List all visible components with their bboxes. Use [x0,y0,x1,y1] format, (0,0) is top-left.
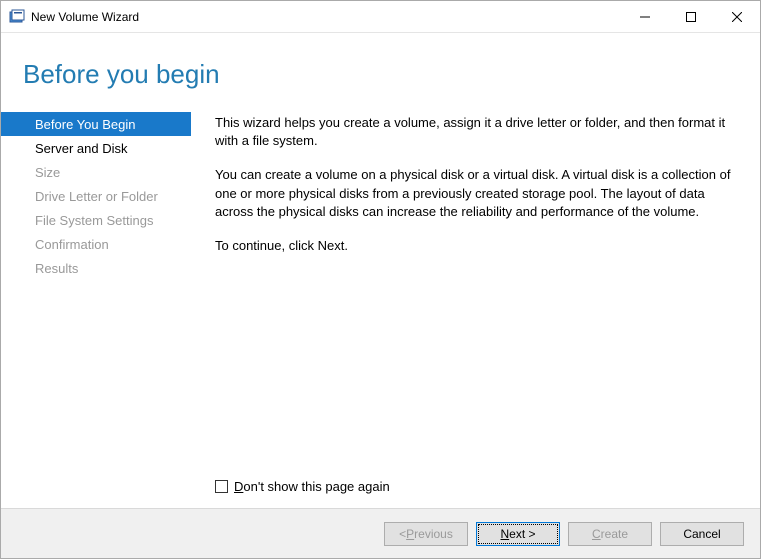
cancel-button[interactable]: Cancel [660,522,744,546]
checkbox-label: Don't show this page again [234,479,390,494]
intro-paragraph-1: This wizard helps you create a volume, a… [215,114,738,150]
sidebar-item-file-system: File System Settings [23,208,191,232]
create-button: Create [568,522,652,546]
dont-show-again-checkbox[interactable]: Don't show this page again [215,479,738,494]
previous-button: < Previous [384,522,468,546]
next-button[interactable]: Next > [476,522,560,546]
wizard-main-text: This wizard helps you create a volume, a… [191,112,738,508]
app-icon [9,9,25,25]
wizard-content: Before you begin Before You Begin Server… [1,33,760,508]
sidebar-item-label: Server and Disk [35,141,127,156]
sidebar-item-label: File System Settings [35,213,154,228]
sidebar-item-before-you-begin[interactable]: Before You Begin [1,112,191,136]
sidebar-item-label: Size [35,165,60,180]
sidebar-item-label: Before You Begin [35,117,135,132]
maximize-button[interactable] [668,1,714,32]
sidebar-item-server-and-disk[interactable]: Server and Disk [23,136,191,160]
wizard-sidebar: Before You Begin Server and Disk Size Dr… [1,112,191,508]
intro-paragraph-2: You can create a volume on a physical di… [215,166,738,221]
checkbox-icon [215,480,228,493]
sidebar-item-label: Confirmation [35,237,109,252]
sidebar-item-confirmation: Confirmation [23,232,191,256]
sidebar-item-drive-letter: Drive Letter or Folder [23,184,191,208]
sidebar-item-results: Results [23,256,191,280]
wizard-footer: < Previous Next > Create Cancel [1,508,760,558]
page-title: Before you begin [23,59,760,90]
intro-paragraph-3: To continue, click Next. [215,237,738,255]
close-button[interactable] [714,1,760,32]
sidebar-item-label: Drive Letter or Folder [35,189,158,204]
titlebar: New Volume Wizard [1,1,760,33]
sidebar-item-label: Results [35,261,78,276]
minimize-button[interactable] [622,1,668,32]
sidebar-item-size: Size [23,160,191,184]
window-controls [622,1,760,32]
window-title: New Volume Wizard [31,10,139,24]
